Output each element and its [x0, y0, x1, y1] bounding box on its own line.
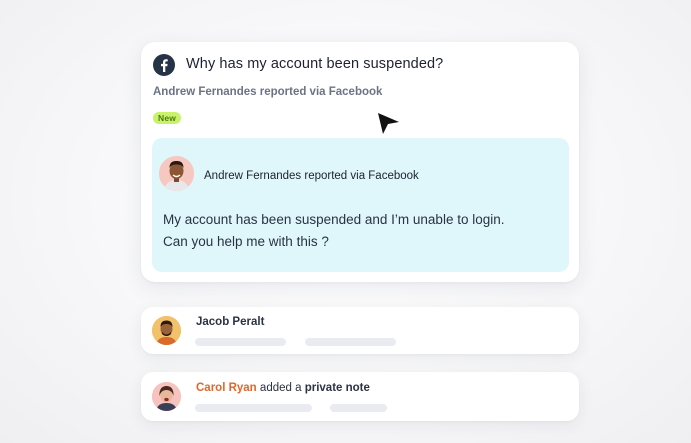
avatar [159, 156, 194, 191]
activity-name[interactable]: Carol Ryan [196, 382, 257, 394]
list-item[interactable]: Carol Ryan added a private note [141, 372, 579, 421]
skeleton-line [330, 404, 387, 412]
activity-text: Carol Ryan added a private note [196, 382, 370, 394]
facebook-icon [153, 54, 175, 76]
skeleton-line [305, 338, 396, 346]
activity-action-bold: private note [304, 382, 370, 394]
cursor-icon [378, 113, 399, 134]
activity-name: Jacob Peralt [196, 316, 265, 328]
ticket-card[interactable]: Why has my account been suspended? Andre… [141, 42, 579, 282]
message-line: Can you help me with this ? [163, 234, 329, 249]
avatar [152, 316, 181, 345]
list-item[interactable]: Jacob Peralt [141, 307, 579, 354]
message-author: Andrew Fernandes reported via Facebook [204, 170, 419, 182]
skeleton-line [195, 404, 312, 412]
stage: Why has my account been suspended? Andre… [0, 0, 691, 443]
message-line: My account has been suspended and I’m un… [163, 212, 505, 227]
activity-action: added a [259, 382, 302, 394]
ticket-title[interactable]: Why has my account been suspended? [186, 56, 443, 72]
avatar [152, 382, 181, 411]
skeleton-line [195, 338, 286, 346]
message-text: My account has been suspended and I’m un… [163, 209, 504, 253]
status-badge: New [153, 112, 182, 124]
message-box: Andrew Fernandes reported via Facebook M… [152, 138, 569, 272]
ticket-subtitle: Andrew Fernandes reported via Facebook [153, 86, 383, 98]
